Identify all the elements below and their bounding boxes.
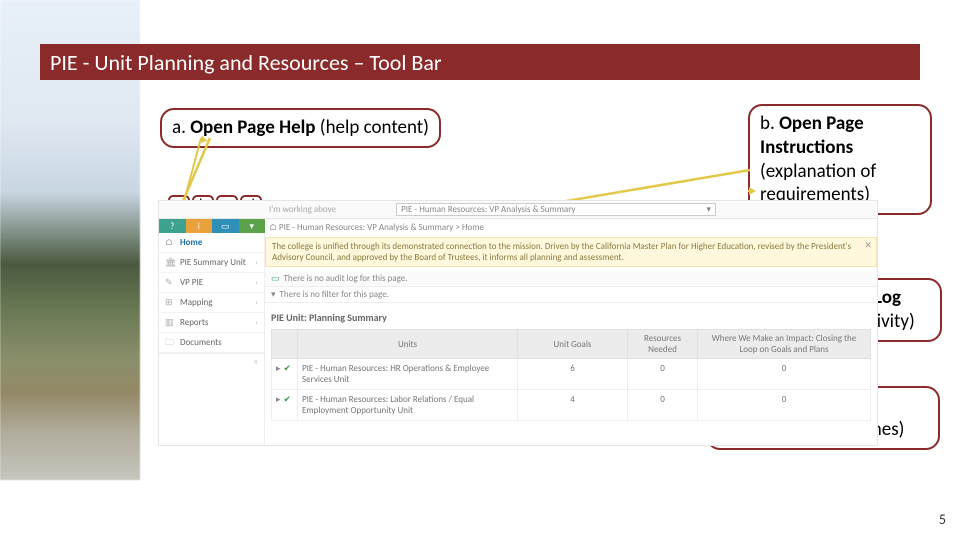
grid-icon: ⊞ — [165, 297, 175, 308]
audit-text: There is no audit log for this page. — [284, 273, 408, 284]
help-icon: ? — [170, 221, 174, 232]
callout-a-bold: Open Page Help — [190, 116, 315, 139]
log-button[interactable]: ▭ — [212, 219, 239, 233]
audit-icon: ▭ — [271, 273, 280, 284]
close-icon[interactable]: ✕ — [864, 240, 872, 251]
chevron-right-icon: › — [255, 257, 258, 268]
sidebar-item-vp-pie[interactable]: ✎ VP PIE › — [159, 273, 264, 293]
cell-unit: PIE - Human Resources: HR Operations & E… — [298, 359, 518, 390]
sidebar-item-label: Documents — [180, 337, 222, 348]
instructions-button[interactable]: i — [186, 219, 213, 233]
chevron-right-icon: › — [255, 317, 258, 328]
app-topbar: I'm working above PIE - Human Resources:… — [159, 201, 877, 219]
log-icon: ▭ — [221, 221, 230, 232]
folder-icon: 🗀 — [165, 335, 175, 351]
filter-button[interactable]: ▾ — [239, 219, 266, 233]
bank-icon: 🏛 — [165, 257, 175, 268]
section-title: PIE Unit: Planning Summary — [265, 311, 387, 324]
filter-icon: ▾ — [249, 221, 254, 232]
sidebar-item-reports[interactable]: ▥ Reports › — [159, 313, 264, 333]
col-resources: Resources Needed — [628, 330, 698, 359]
cell-unit: PIE - Human Resources: Labor Relations /… — [298, 390, 518, 421]
sidebar-item-documents[interactable]: 🗀 Documents — [159, 333, 264, 353]
info-banner-text: The college is unified through its demon… — [272, 241, 851, 263]
page-tool-buttons: ? i ▭ ▾ — [159, 219, 265, 233]
collapse-icon: « — [253, 356, 258, 367]
col-blank — [272, 330, 298, 359]
chevron-right-icon: › — [255, 297, 258, 308]
chevron-down-icon: ▾ — [707, 204, 712, 215]
sidebar-item-mapping[interactable]: ⊞ Mapping › — [159, 293, 264, 313]
info-icon: i — [198, 221, 200, 232]
sidebar-item-label: PIE Summary Unit — [180, 257, 246, 268]
cell-res: 0 — [628, 359, 698, 390]
sidebar-item-label: Mapping — [180, 297, 213, 308]
cell-loop: 0 — [698, 390, 871, 421]
row-expand[interactable]: ▸✔ — [272, 390, 298, 421]
breadcrumb-text: PIE - Human Resources: VP Analysis & Sum… — [279, 222, 484, 233]
context-dropdown[interactable]: PIE - Human Resources: VP Analysis & Sum… — [396, 203, 716, 216]
sidebar-item-label: VP PIE — [180, 277, 203, 288]
slide-title: PIE - Unit Planning and Resources – Tool… — [50, 49, 442, 76]
filter-row: ▾ There is no filter for this page. — [265, 287, 877, 303]
filter-icon: ▾ — [271, 289, 276, 300]
help-button[interactable]: ? — [159, 219, 186, 233]
sidebar-item-label: Home — [180, 237, 202, 248]
filter-text: There is no filter for this page. — [280, 289, 389, 300]
sidebar-collapse[interactable]: « — [159, 353, 264, 369]
callout-b-bold: Open Page Instructions — [760, 112, 864, 159]
slide-title-bar: PIE - Unit Planning and Resources – Tool… — [40, 44, 920, 80]
cell-goals: 6 — [518, 359, 628, 390]
reports-icon: ▥ — [165, 317, 175, 328]
sidebar-item-summary[interactable]: 🏛 PIE Summary Unit › — [159, 253, 264, 273]
planning-summary-table: Units Unit Goals Resources Needed Where … — [271, 329, 871, 421]
cell-res: 0 — [628, 390, 698, 421]
context-dropdown-value: PIE - Human Resources: VP Analysis & Sum… — [401, 204, 575, 215]
col-units: Units — [298, 330, 518, 359]
cell-goals: 4 — [518, 390, 628, 421]
arrow-b — [748, 190, 750, 192]
audit-row: ▭ There is no audit log for this page. — [265, 271, 877, 287]
row-expand[interactable]: ▸✔ — [272, 359, 298, 390]
pencil-icon: ✎ — [165, 277, 175, 288]
info-banner: The college is unified through its demon… — [265, 237, 877, 267]
callout-a-key: a. — [172, 116, 186, 139]
home-icon: ⌂ — [165, 237, 175, 248]
app-screenshot: I'm working above PIE - Human Resources:… — [158, 200, 878, 446]
sidebar-item-label: Reports — [180, 317, 208, 328]
sidebar-item-home[interactable]: ⌂ Home — [159, 233, 264, 253]
topbar-label: I'm working above — [269, 204, 336, 215]
table-row[interactable]: ▸✔ PIE - Human Resources: HR Operations … — [272, 359, 871, 390]
col-loop: Where We Make an Impact: Closing the Loo… — [698, 330, 871, 359]
cell-loop: 0 — [698, 359, 871, 390]
sidebar: ⌂ Home 🏛 PIE Summary Unit › ✎ VP PIE › ⊞… — [159, 233, 265, 445]
callout-a-rest: (help content) — [316, 116, 429, 139]
breadcrumb: PIE - Human Resources: VP Analysis & Sum… — [269, 222, 484, 233]
home-icon — [269, 222, 279, 233]
col-goals: Unit Goals — [518, 330, 628, 359]
chevron-right-icon: › — [255, 277, 258, 288]
callout-b: b. Open Page Instructions (explanation o… — [748, 104, 932, 215]
table-row[interactable]: ▸✔ PIE - Human Resources: Labor Relation… — [272, 390, 871, 421]
page-number: 5 — [939, 511, 946, 528]
callout-b-key: b. — [760, 112, 775, 135]
